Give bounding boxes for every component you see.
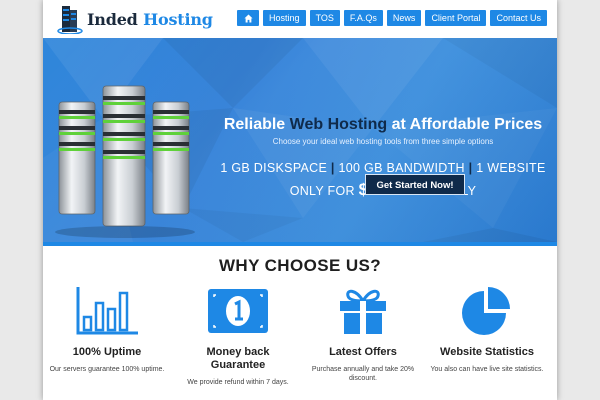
spec-separator-1: | — [330, 161, 335, 175]
spec-diskspace: 1 GB DISKSPACE — [220, 161, 328, 175]
page: Inded Hosting Hosting TOS F.A.Qs News Cl… — [43, 0, 557, 400]
nav-news[interactable]: News — [386, 10, 422, 26]
nav-faqs[interactable]: F.A.Qs — [343, 10, 383, 26]
spec-separator-2: | — [468, 161, 473, 175]
site-header: Inded Hosting Hosting TOS F.A.Qs News Cl… — [43, 0, 557, 38]
hero-title-part3: at Affordable Prices — [391, 116, 543, 133]
nav-client-portal[interactable]: Client Portal — [425, 10, 487, 26]
money-icon — [208, 289, 268, 333]
feature-title-line2: Guarantee — [210, 359, 266, 371]
feature-description: You also can have live site statistics. — [430, 366, 544, 373]
hero-specs: 1 GB DISKSPACE | 100 GB BANDWIDTH | 1 WE… — [218, 161, 548, 175]
server-rack-illustration — [55, 85, 195, 238]
feature-description: Our servers guarantee 100% uptime. — [49, 366, 165, 373]
price-prefix: ONLY FOR — [289, 184, 355, 198]
feature-title: Money back Guarantee — [174, 346, 302, 372]
spec-websites: 1 WEBSITE — [476, 161, 546, 175]
feature-title: Latest Offers — [329, 346, 397, 358]
bar-chart-icon — [76, 287, 138, 335]
hero-title-part2: Web Hosting — [289, 116, 388, 133]
nav-tos[interactable]: TOS — [309, 10, 340, 26]
feature-latest-offers: Latest Offers Purchase annually and take… — [299, 286, 427, 383]
hero-bottom-bar — [43, 242, 557, 246]
hero-title-part1: Reliable — [223, 116, 286, 133]
feature-money-back: Money back Guarantee We provide refund wi… — [174, 286, 302, 387]
feature-description: We provide refund within 7 days. — [187, 379, 289, 386]
why-choose-us-heading: WHY CHOOSE US? — [218, 256, 382, 275]
get-started-button[interactable]: Get Started Now! — [365, 174, 465, 195]
server-logo-icon — [57, 6, 83, 34]
brand-name: Inded Hosting — [87, 10, 213, 29]
logo[interactable]: Inded Hosting — [57, 4, 213, 34]
main-nav: Hosting TOS F.A.Qs News Client Portal Co… — [237, 10, 547, 26]
feature-uptime: 100% Uptime Our servers guarantee 100% u… — [43, 286, 171, 374]
hero-banner: Reliable Web Hosting at Affordable Price… — [43, 38, 557, 242]
pie-chart-icon — [462, 287, 510, 335]
brand-name-accent: Hosting — [143, 9, 213, 29]
feature-description: Purchase annually and take 20% discount. — [311, 366, 415, 382]
nav-home-button[interactable] — [237, 10, 260, 26]
spec-bandwidth: 100 GB BANDWIDTH — [338, 161, 465, 175]
feature-website-statistics: Website Statistics You also can have liv… — [423, 286, 551, 374]
gift-icon — [340, 289, 386, 334]
home-icon — [243, 13, 253, 23]
hero-subtitle: Choose your ideal web hosting tools from… — [272, 137, 494, 146]
feature-title-line1: Money back — [206, 346, 270, 358]
brand-name-dark: Inded — [87, 9, 138, 29]
feature-title: Website Statistics — [440, 346, 534, 358]
feature-title: 100% Uptime — [72, 346, 142, 358]
hero-title: Reliable Web Hosting at Affordable Price… — [218, 116, 548, 134]
nav-contact-us[interactable]: Contact Us — [490, 10, 547, 26]
nav-hosting[interactable]: Hosting — [263, 10, 306, 26]
